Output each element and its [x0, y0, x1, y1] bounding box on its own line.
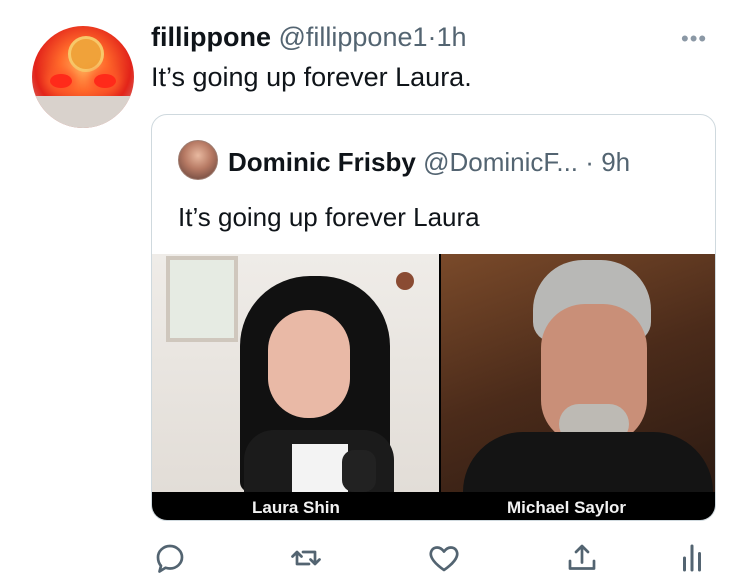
tweet-header: fillippone @fillippone1·1h	[151, 22, 467, 53]
avatar[interactable]	[32, 26, 134, 128]
wall-artwork	[166, 256, 238, 342]
video-panel-left	[152, 254, 439, 492]
video-caption-right: Michael Saylor	[507, 498, 627, 517]
retweet-icon[interactable]	[288, 540, 324, 576]
like-icon[interactable]	[426, 540, 462, 576]
analytics-icon[interactable]	[674, 540, 710, 576]
person-face	[268, 310, 350, 418]
author-handle[interactable]: @fillippone1	[279, 22, 428, 52]
share-icon[interactable]	[564, 540, 600, 576]
microphone	[342, 450, 376, 492]
quoted-author-handle: @DominicF...	[423, 147, 579, 177]
quoted-header: Dominic Frisby @DominicF... · 9h	[228, 147, 630, 178]
video-caption-left: Laura Shin	[252, 498, 340, 517]
tweet-text: It’s going up forever Laura.	[151, 62, 472, 92]
video-panel-right	[441, 254, 715, 492]
quoted-text: It’s going up forever Laura	[178, 202, 480, 232]
separator: ·	[427, 22, 437, 52]
person-shirt	[292, 444, 348, 492]
laser-eye-left	[50, 74, 72, 88]
action-bar	[0, 540, 744, 580]
bitcoin-coin-image	[68, 36, 104, 72]
laser-eye-right	[94, 74, 116, 88]
quoted-tweet[interactable]: Dominic Frisby @DominicF... · 9h It’s go…	[151, 114, 716, 521]
video-player[interactable]: Laura Shin Michael Saylor	[152, 254, 715, 520]
quoted-avatar[interactable]	[178, 140, 218, 180]
wall-lamp	[396, 272, 414, 290]
person-body	[463, 432, 713, 492]
more-horizontal-icon[interactable]: •••	[681, 26, 707, 52]
quoted-author-name: Dominic Frisby	[228, 147, 416, 177]
timestamp[interactable]: 1h	[437, 22, 467, 52]
quoted-timestamp: · 9h	[585, 147, 631, 177]
author-name[interactable]: fillippone	[151, 22, 271, 52]
avatar-background	[32, 96, 134, 128]
reply-icon[interactable]	[152, 540, 188, 576]
